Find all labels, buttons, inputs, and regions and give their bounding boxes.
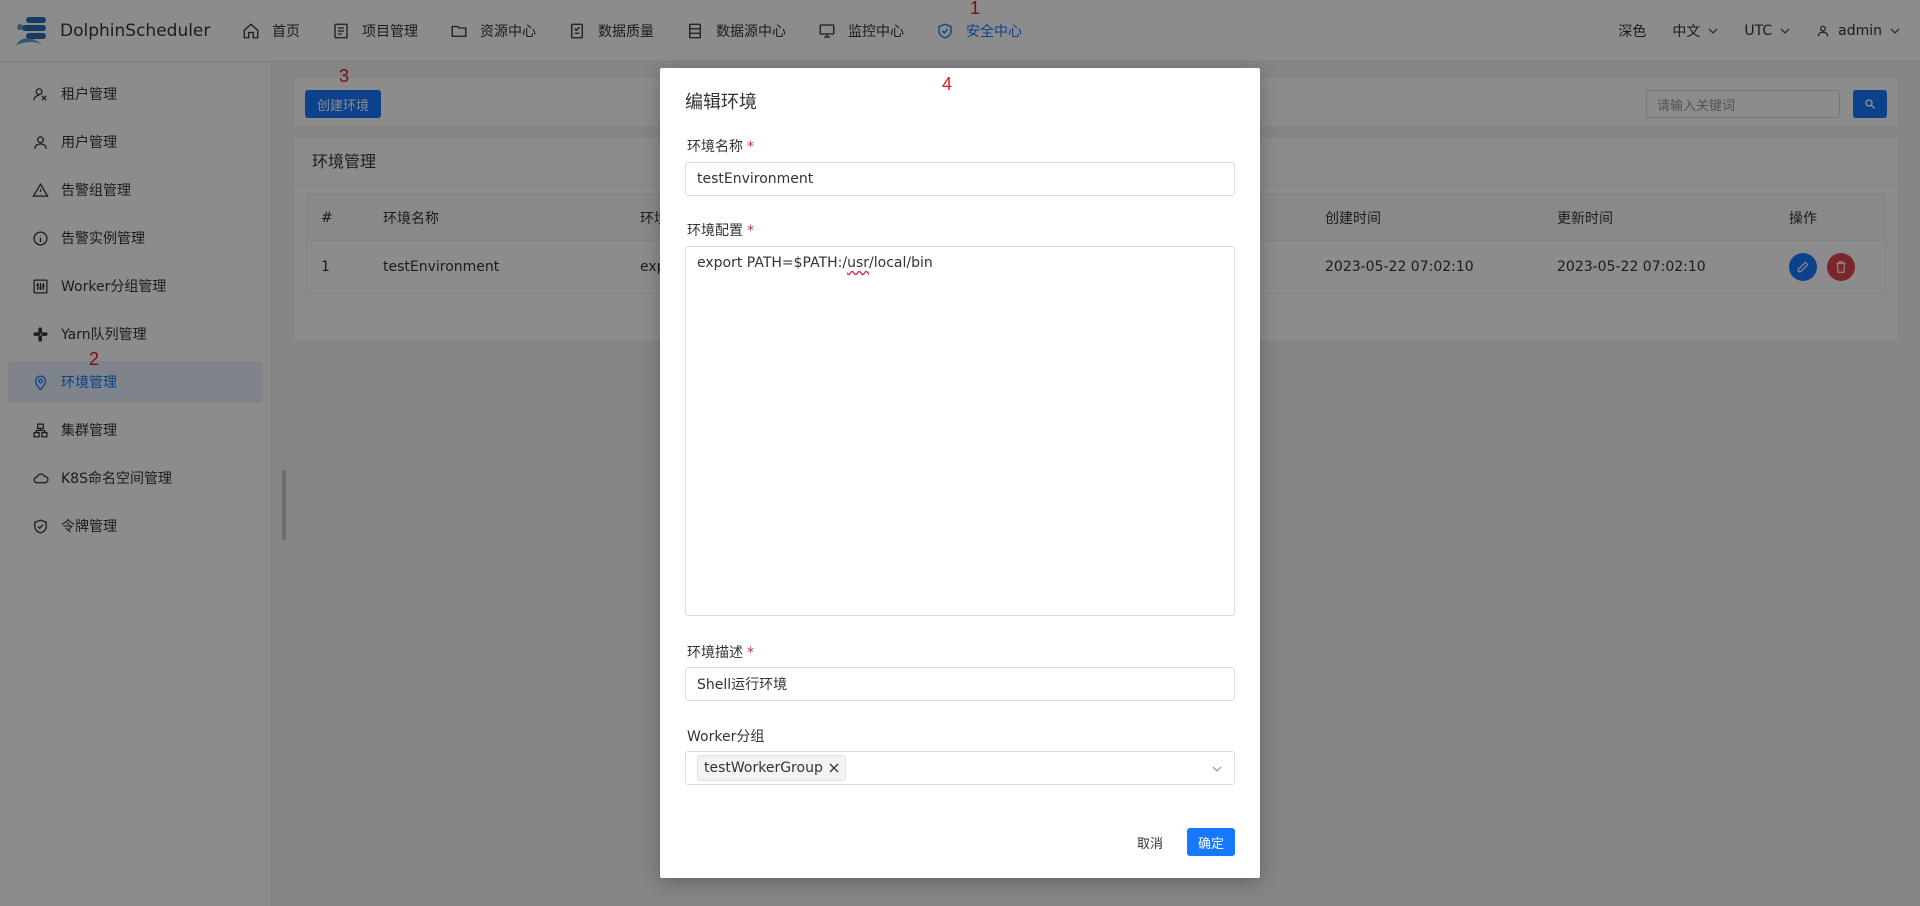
close-icon[interactable] [829, 763, 839, 773]
name-label-text: 环境名称 [687, 139, 743, 155]
chevron-down-icon [1212, 766, 1222, 772]
description-label-text: 环境描述 [687, 645, 743, 661]
config-label: 环境配置 * [687, 220, 754, 240]
config-text-spellcheck: usr [847, 255, 870, 271]
config-text-prefix: export PATH=$PATH:/ [697, 255, 848, 271]
annotation-4: 4 [942, 74, 953, 94]
environment-description-value: Shell运行环境 [697, 677, 788, 693]
edit-environment-modal: 编辑环境 4 环境名称 * testEnvironment 环境配置 * expor… [660, 68, 1260, 878]
required-mark: * [747, 139, 754, 155]
worker-group-tag: testWorkerGroup [697, 755, 846, 781]
cancel-button[interactable]: 取消 [1129, 828, 1171, 856]
config-label-text: 环境配置 [687, 223, 743, 239]
config-text-suffix: /local/bin [869, 255, 933, 271]
worker-group-label: Worker分组 [687, 729, 765, 745]
description-label: 环境描述 * [687, 642, 754, 662]
name-label: 环境名称 * [687, 136, 754, 156]
environment-config-textarea[interactable]: export PATH=$PATH:/usr/local/bin [685, 246, 1235, 616]
required-mark: * [747, 223, 754, 239]
worker-group-tag-label: testWorkerGroup [704, 760, 823, 776]
modal-footer: 取消 确定 [1129, 828, 1235, 856]
worker-group-select[interactable]: testWorkerGroup [685, 751, 1235, 785]
environment-name-input[interactable]: testEnvironment [685, 162, 1235, 196]
confirm-button[interactable]: 确定 [1187, 828, 1235, 856]
required-mark: * [747, 645, 754, 661]
environment-name-value: testEnvironment [697, 171, 814, 187]
modal-title: 编辑环境 [685, 92, 757, 113]
environment-description-input[interactable]: Shell运行环境 [685, 667, 1235, 701]
